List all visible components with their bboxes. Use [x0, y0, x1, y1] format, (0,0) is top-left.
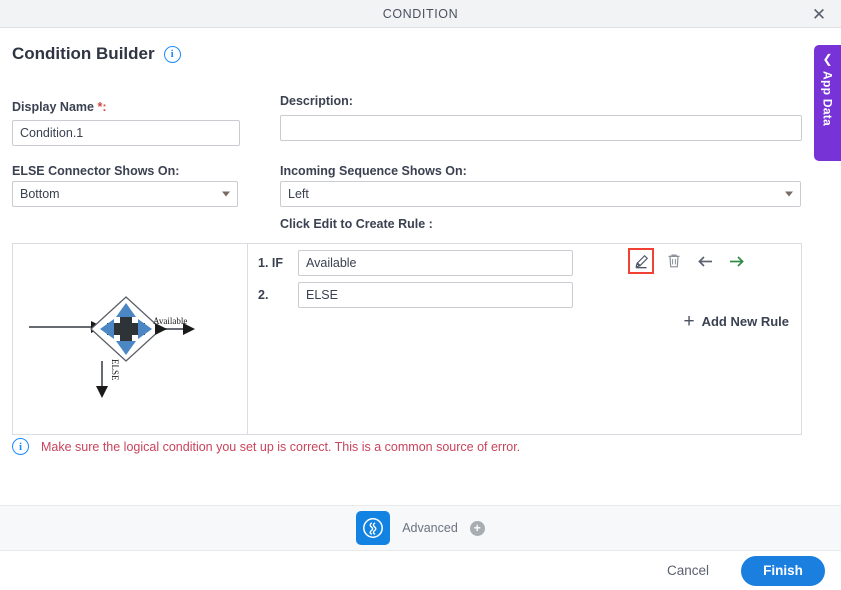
display-name-label-text: Display Name	[12, 100, 98, 114]
rule-row: 2.	[258, 282, 573, 308]
move-four-way-arrow-icon	[100, 303, 152, 355]
display-name-input[interactable]	[12, 120, 240, 146]
dialog-titlebar: CONDITION	[0, 0, 841, 28]
incoming-sequence-select-box[interactable]: Left	[280, 181, 801, 207]
incoming-sequence-label: Incoming Sequence Shows On:	[280, 164, 467, 178]
description-input[interactable]	[280, 115, 802, 141]
branch-label-else: ELSE	[110, 359, 120, 381]
app-data-tab-label: App Data	[820, 71, 835, 127]
pencil-edit-icon[interactable]	[628, 248, 654, 274]
gateway-diagram-svg: Available ELSE	[29, 296, 195, 398]
gateway-diagram[interactable]: Available ELSE	[13, 244, 248, 434]
finish-button[interactable]: Finish	[741, 555, 825, 586]
rule-row: 1. IF	[258, 250, 573, 276]
warning-row: i Make sure the logical condition you se…	[12, 438, 520, 455]
else-connector-select[interactable]: Bottom	[12, 181, 238, 207]
incoming-sequence-select[interactable]: Left	[280, 181, 801, 207]
rules-heading: Click Edit to Create Rule :	[280, 217, 433, 231]
required-asterisk: *:	[97, 100, 107, 114]
info-icon[interactable]: i	[163, 45, 181, 63]
condition-builder-dialog: CONDITION ✕ Condition Builder i Display …	[0, 0, 841, 590]
rule-panel: Available ELSE 1. IF 2.	[12, 243, 802, 435]
warning-text: Make sure the logical condition you set …	[41, 439, 521, 454]
workflow-wave-icon[interactable]	[356, 511, 391, 545]
advanced-label: Advanced	[402, 521, 458, 535]
info-icon: i	[12, 438, 29, 455]
close-icon[interactable]: ✕	[807, 3, 831, 25]
plus-circle-icon[interactable]: +	[469, 520, 485, 536]
cancel-button[interactable]: Cancel	[661, 562, 715, 579]
add-new-rule-label: Add New Rule	[701, 314, 789, 329]
branch-label-available: Available	[153, 316, 187, 326]
app-data-tab[interactable]: ❮ App Data	[814, 45, 841, 161]
else-connector-label: ELSE Connector Shows On:	[12, 164, 180, 178]
advanced-bar: Advanced +	[0, 505, 841, 551]
add-new-rule-button[interactable]: + Add New Rule	[683, 312, 789, 331]
rule-condition-input[interactable]	[298, 282, 573, 308]
else-connector-value: Bottom	[20, 187, 60, 201]
arrow-left-icon[interactable]	[694, 250, 716, 272]
page-header: Condition Builder i	[12, 44, 181, 64]
rule-number: 1. IF	[258, 256, 284, 270]
rule-number: 2.	[258, 288, 269, 302]
else-connector-select-box[interactable]: Bottom	[12, 181, 238, 207]
dialog-title: CONDITION	[382, 6, 459, 21]
page-title: Condition Builder	[12, 44, 155, 63]
rule-action-toolbar	[628, 248, 747, 274]
dialog-footer: Cancel Finish	[0, 551, 841, 590]
rule-condition-input[interactable]	[298, 250, 573, 276]
incoming-sequence-value: Left	[288, 187, 309, 201]
arrow-right-icon[interactable]	[725, 250, 747, 272]
display-name-label: Display Name *:	[12, 100, 107, 114]
chevron-left-icon: ❮	[822, 52, 833, 66]
trash-delete-icon[interactable]	[663, 250, 685, 272]
rules-list: 1. IF 2.	[248, 244, 801, 434]
plus-icon: +	[683, 311, 695, 332]
description-label: Description:	[280, 94, 353, 108]
